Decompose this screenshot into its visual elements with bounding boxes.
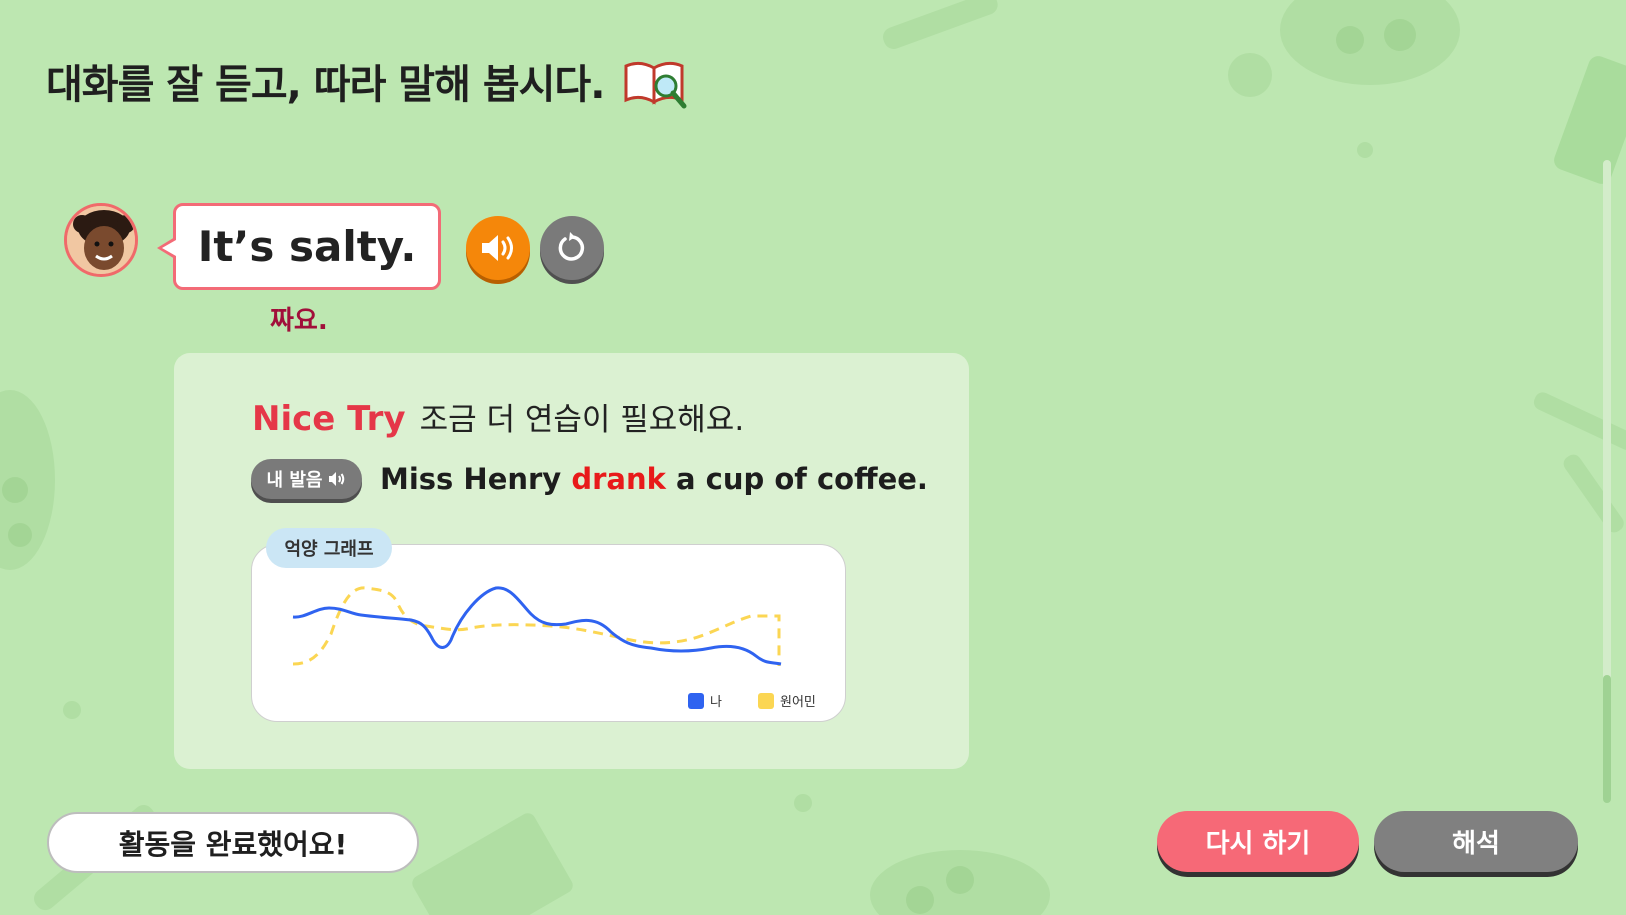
translation-text: 짜요. <box>270 306 328 336</box>
legend-native-swatch <box>758 692 774 709</box>
sentence-part-3: a cup of coffee. <box>665 462 928 496</box>
speaker-small-icon <box>329 472 345 486</box>
legend-me: 나 <box>688 691 722 710</box>
my-pronunciation-label: 내 발음 <box>266 470 323 491</box>
intonation-graph <box>292 586 782 666</box>
legend-me-label: 나 <box>710 695 722 710</box>
play-sound-button[interactable] <box>466 216 530 280</box>
page-title: 대화를 잘 듣고, 따라 말해 봅시다. <box>46 62 605 108</box>
speaker-icon <box>482 235 513 261</box>
sentence-part-1: Miss Henry <box>380 462 572 496</box>
legend-native: 원어민 <box>758 691 816 710</box>
wrong-word: drank <box>571 462 666 496</box>
replay-icon <box>558 232 585 261</box>
speech-bubble: It’s salty. <box>173 203 441 290</box>
book-magnifier-icon <box>624 61 687 109</box>
native-intonation-line <box>292 586 781 666</box>
result-line: Nice Try 조금 더 연습이 필요해요. <box>252 394 744 439</box>
graph-tag: 억양 그래프 <box>266 528 392 568</box>
grade-label: Nice Try <box>252 399 406 439</box>
practice-sentence: Miss Henry drank a cup of coffee. <box>380 462 928 496</box>
my-pronunciation-button[interactable]: 내 발음 <box>251 459 362 499</box>
legend-me-swatch <box>688 692 704 709</box>
retry-button[interactable]: 다시 하기 <box>1157 811 1359 872</box>
scrollbar-thumb[interactable] <box>1603 675 1611 803</box>
feedback-message: 조금 더 연습이 필요해요. <box>419 402 745 438</box>
activity-done-button[interactable]: 활동을 완료했어요! <box>47 812 419 873</box>
legend-native-label: 원어민 <box>780 695 816 710</box>
my-intonation-line <box>292 586 782 666</box>
replay-button[interactable] <box>540 216 604 280</box>
bubble-tail-inner <box>162 240 176 256</box>
speaker-avatar <box>64 203 138 277</box>
interpretation-button[interactable]: 해석 <box>1374 811 1578 872</box>
